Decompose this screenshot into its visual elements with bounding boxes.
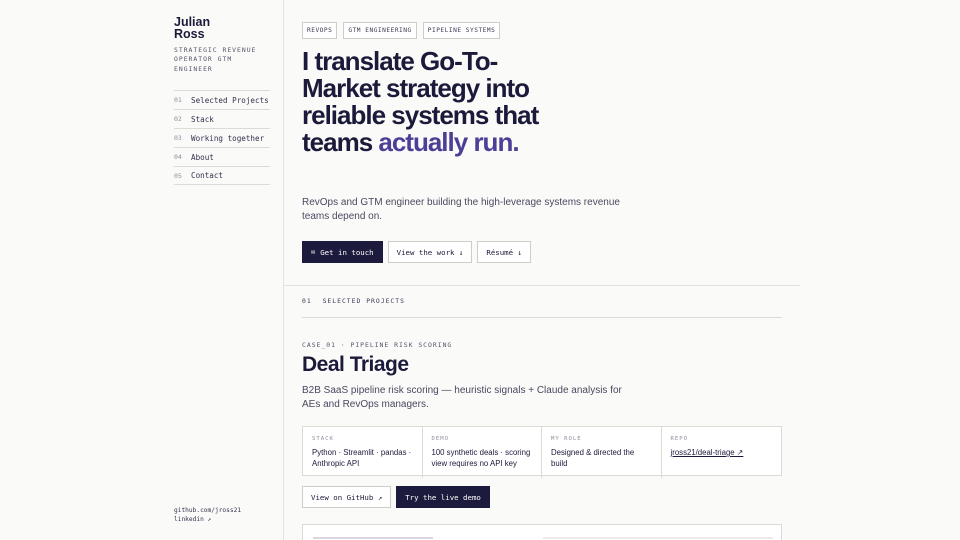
resume-button[interactable]: Résumé ↓ [477,241,531,263]
nav-number: 04 [174,153,182,161]
fact-key: REPO [670,436,688,442]
sidebar-links: github.com/jross21 linkedin ↗ [174,506,241,524]
brand-role: STRATEGIC REVENUE OPERATOR GTM ENGINEER [174,46,257,73]
hero-headline-accent: actually run. [378,127,519,157]
section-label: 01 SELECTED PROJECTS [302,297,405,305]
view-on-github-button[interactable]: View on GitHub ↗ [302,486,392,508]
nav-label: Contact [191,171,224,180]
nav-number: 03 [174,134,182,142]
section-title: SELECTED PROJECTS [322,297,405,305]
section-rule [302,317,782,318]
case-description: B2B SaaS pipeline risk scoring — heurist… [302,385,622,410]
fact-demo: DEMO 100 synthetic deals · scoring view … [423,427,542,478]
nav-label: Stack [191,114,214,124]
section-divider [284,285,800,286]
fact-value: Python · Streamlit · pandas · Anthropic … [312,448,412,468]
case-facts: STACK Python · Streamlit · pandas · Anth… [302,426,782,478]
live-demo-button[interactable]: Try the live demo [396,486,490,508]
preview-placeholder [313,537,433,539]
fact-key: MY ROLE [551,436,582,442]
nav-number: 05 [174,171,182,180]
sidebar-nav: 01 Selected Projects 02 Stack 03 Working… [174,90,270,185]
case-eyebrow: CASE_01 · PIPELINE RISK SCORING [302,341,453,349]
hero-lede: RevOps and GTM engineer building the hig… [302,197,620,222]
button-label: Get in touch [320,247,374,257]
section-number: 01 [302,297,312,305]
fact-value: 100 synthetic deals · scoring view requi… [431,448,531,468]
linkedin-link[interactable]: linkedin ↗ [174,515,241,524]
nav-label: Selected Projects [191,95,269,105]
sidebar: Julian Ross STRATEGIC REVENUE OPERATOR G… [0,0,284,540]
github-link[interactable]: github.com/jross21 [174,506,241,515]
fact-repo: REPO jross21/deal-triage ↗ [662,427,782,478]
brand-name[interactable]: Julian Ross [174,16,234,41]
case-preview-card [302,524,782,540]
case-title: Deal Triage [302,353,409,376]
tag-list: REVOPS GTM ENGINEERING PIPELINE SYSTEMS [302,22,501,39]
get-in-touch-button[interactable]: ✉ Get in touch [302,241,383,263]
nav-number: 01 [174,96,182,104]
nav-number: 02 [174,115,182,123]
nav-item-about[interactable]: 04 About [174,147,270,166]
tag: PIPELINE SYSTEMS [422,22,501,39]
mail-icon: ✉ [311,248,316,256]
view-work-button[interactable]: View the work ↓ [387,241,473,263]
hero-ctas: ✉ Get in touch View the work ↓ Résumé ↓ [302,241,531,263]
tag: GTM ENGINEERING [343,22,417,39]
case-ctas: View on GitHub ↗ Try the live demo [302,486,490,508]
hero-headline: I translate Go-To-Market strategy into r… [302,48,562,156]
fact-value: Designed & directed the build [551,448,635,468]
nav-item-selected-projects[interactable]: 01 Selected Projects [174,90,270,109]
fact-stack: STACK Python · Streamlit · pandas · Anth… [303,427,423,478]
nav-label: Working together [191,133,265,143]
nav-item-stack[interactable]: 02 Stack [174,109,270,128]
repo-link[interactable]: jross21/deal-triage ↗ [671,447,773,458]
nav-item-working-together[interactable]: 03 Working together [174,128,270,147]
fact-key: DEMO [431,436,449,442]
nav-label: About [191,152,214,162]
tag: REVOPS [302,22,338,39]
preview-placeholder [543,537,773,539]
brand: Julian Ross STRATEGIC REVENUE OPERATOR G… [174,16,264,74]
nav-item-contact[interactable]: 05 Contact [174,166,270,185]
fact-key: STACK [312,436,334,442]
fact-role: MY ROLE Designed & directed the build [542,427,662,478]
